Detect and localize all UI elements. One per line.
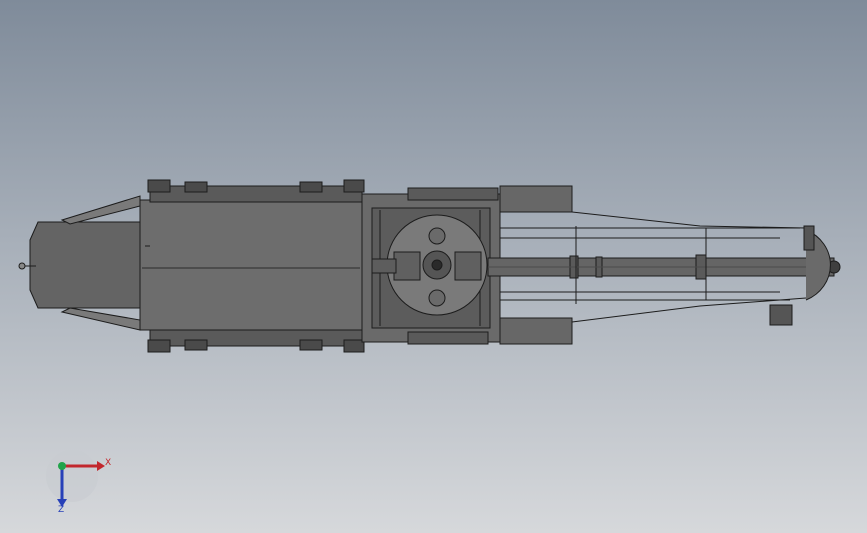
coordinate-triad — [46, 450, 105, 507]
z-axis-label: Z — [58, 505, 65, 515]
chassis[interactable] — [139, 179, 365, 353]
turret-ring[interactable] — [386, 214, 488, 316]
cad-viewport[interactable]: X Z — [0, 0, 867, 533]
rear-cap[interactable] — [18, 195, 141, 331]
x-axis-label: X — [105, 458, 112, 468]
y-axis-dot — [58, 462, 66, 470]
assembly-model[interactable] — [0, 0, 867, 533]
